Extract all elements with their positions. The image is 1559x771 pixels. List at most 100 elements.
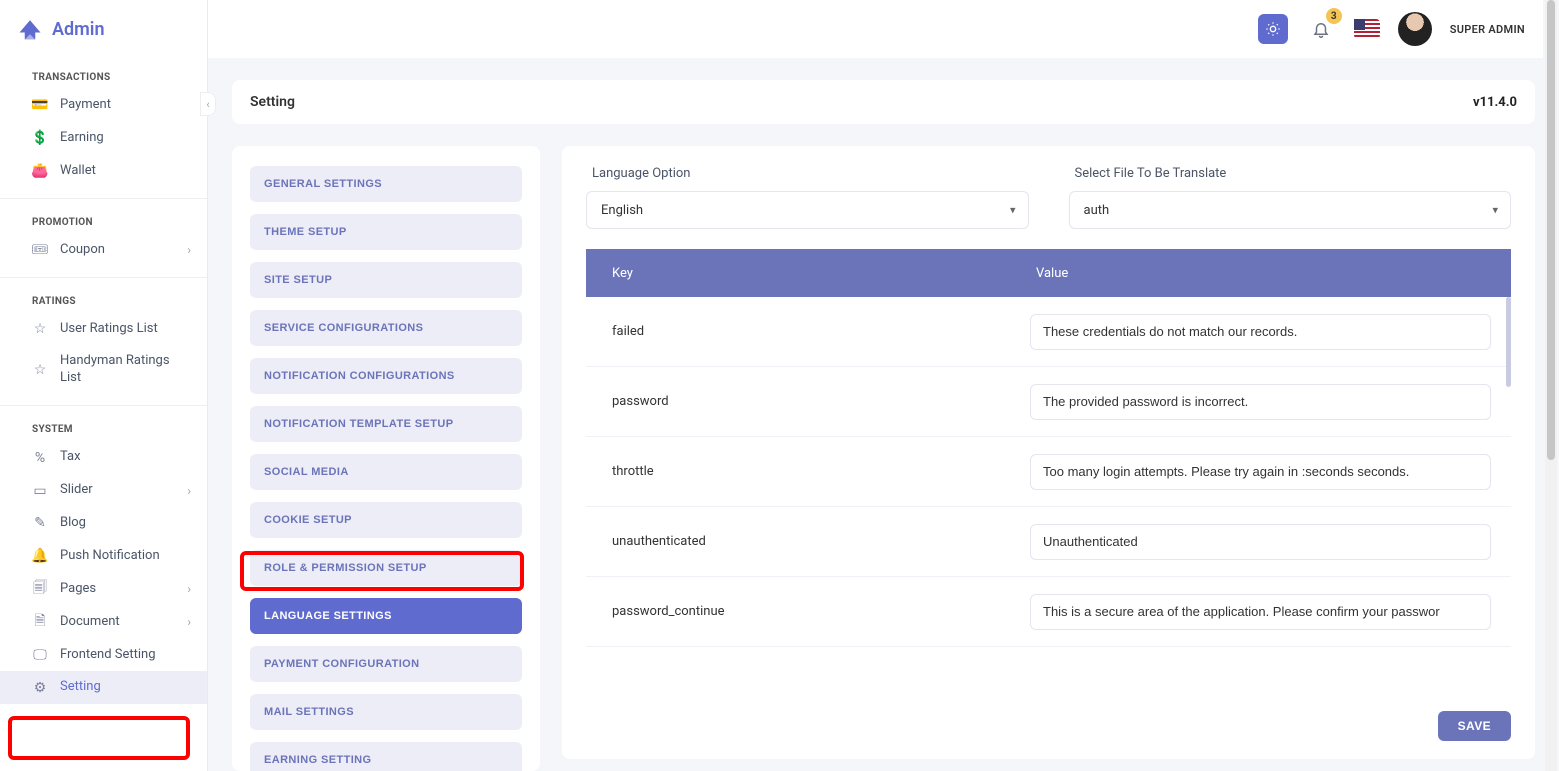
sidebar-item-label: Setting (60, 679, 191, 696)
logo-icon (16, 15, 44, 43)
settings-tab-social-media[interactable]: SOCIAL MEDIA (250, 454, 522, 490)
translate-file-select[interactable]: auth ▾ (1069, 191, 1512, 229)
page-title: Setting (250, 94, 295, 110)
settings-tab-earning-setting[interactable]: EARNING SETTING (250, 742, 522, 771)
sidebar-item-coupon[interactable]: 🎟Coupon› (0, 234, 207, 267)
language-option-value: English (601, 203, 643, 218)
language-flag[interactable] (1354, 19, 1380, 39)
table-scrollbar[interactable] (1506, 297, 1511, 387)
theme-toggle-button[interactable] (1258, 14, 1288, 44)
translation-key: failed (586, 324, 1030, 339)
page-titlebar: Setting v11.4.0 (232, 80, 1535, 124)
user-ratings-icon: ☆ (32, 321, 48, 337)
sidebar-item-payment[interactable]: 💳 Payment (0, 89, 207, 122)
frontend-setting-icon: 🖵 (32, 647, 48, 663)
document-icon: 🗎 (32, 614, 48, 630)
settings-tab-role-permission-setup[interactable]: ROLE & PERMISSION SETUP (250, 550, 522, 586)
sidebar-item-user-ratings[interactable]: ☆ User Ratings List (0, 313, 207, 346)
pages-icon: 🗐 (32, 581, 48, 597)
chevron-down-icon: ▾ (1492, 204, 1498, 217)
version-label: v11.4.0 (1473, 95, 1517, 110)
wallet-icon: 👛 (32, 163, 48, 179)
content-panel: Language Option English ▾ Select File To… (562, 146, 1535, 759)
settings-tab-cookie-setup[interactable]: COOKIE SETUP (250, 502, 522, 538)
notification-badge: 3 (1326, 8, 1342, 24)
page-scrollbar[interactable] (1545, 0, 1557, 771)
sidebar-item-label: Earning (60, 130, 191, 147)
sidebar-heading-transactions: TRANSACTIONS (0, 58, 207, 89)
sun-icon (1265, 21, 1281, 37)
language-option-field: Language Option English ▾ (586, 166, 1029, 229)
save-button[interactable]: SAVE (1438, 711, 1511, 741)
sidebar-item-slider[interactable]: ▭ Slider › (0, 474, 207, 507)
push-notification-icon: 🔔 (32, 548, 48, 564)
chevron-down-icon: ▾ (1010, 204, 1016, 217)
sidebar-item-tax[interactable]: % Tax (0, 441, 207, 474)
table-row: password (586, 367, 1511, 437)
sidebar-item-label: Wallet (60, 163, 191, 180)
translation-value-input[interactable] (1030, 594, 1491, 630)
sidebar-item-push-notification[interactable]: 🔔 Push Notification (0, 540, 207, 573)
sidebar: Admin TRANSACTIONS 💳 Payment 💲 Earning 👛 Walle… (0, 0, 208, 771)
sidebar-item-label: Blog (60, 515, 191, 532)
avatar[interactable] (1398, 12, 1432, 46)
brand[interactable]: Admin (0, 0, 207, 58)
sidebar-item-earning[interactable]: 💲 Earning (0, 122, 207, 155)
sidebar-item-label: Tax (60, 449, 191, 466)
settings-tab-general-settings[interactable]: GENERAL SETTINGS (250, 166, 522, 202)
bell-icon (1312, 20, 1330, 38)
sidebar-item-label: Push Notification (60, 548, 191, 565)
sidebar-item-label: Document (60, 614, 175, 631)
tax-icon: % (32, 450, 48, 466)
sidebar-item-setting[interactable]: ⚙Setting (0, 671, 207, 704)
chevron-right-icon: › (187, 243, 191, 257)
header: 3 SUPER ADMIN (208, 0, 1543, 58)
settings-tab-notification-template-setup[interactable]: NOTIFICATION TEMPLATE SETUP (250, 406, 522, 442)
translation-value-input[interactable] (1030, 524, 1491, 560)
sidebar-item-frontend-setting[interactable]: 🖵Frontend Setting (0, 639, 207, 672)
translation-key: password_continue (586, 604, 1030, 619)
language-option-select[interactable]: English ▾ (586, 191, 1029, 229)
translation-value-input[interactable] (1030, 454, 1491, 490)
translations-table: Key Value failed passwordthrottle unauthen… (586, 249, 1511, 697)
sidebar-item-blog[interactable]: ✎ Blog (0, 507, 207, 540)
brand-text: Admin (52, 19, 105, 40)
payment-icon: 💳 (32, 97, 48, 113)
settings-tab-notification-configurations[interactable]: NOTIFICATION CONFIGURATIONS (250, 358, 522, 394)
slider-icon: ▭ (32, 483, 48, 499)
settings-tab-mail-settings[interactable]: MAIL SETTINGS (250, 694, 522, 730)
settings-tab-payment-configuration[interactable]: PAYMENT CONFIGURATION (250, 646, 522, 682)
sidebar-item-handyman-ratings[interactable]: ☆ Handyman Ratings List (0, 345, 207, 395)
sidebar-collapse-toggle[interactable]: ‹ (200, 92, 216, 116)
language-option-label: Language Option (592, 166, 1029, 181)
sidebar-item-label: Slider (60, 482, 175, 499)
notifications-button[interactable]: 3 (1306, 14, 1336, 44)
translation-key: unauthenticated (586, 534, 1030, 549)
blog-icon: ✎ (32, 515, 48, 531)
chevron-right-icon: › (187, 615, 191, 629)
settings-tab-site-setup[interactable]: SITE SETUP (250, 262, 522, 298)
chevron-right-icon: › (187, 484, 191, 498)
sidebar-item-pages[interactable]: 🗐Pages› (0, 573, 207, 606)
settings-tab-theme-setup[interactable]: THEME SETUP (250, 214, 522, 250)
handyman-ratings-icon: ☆ (32, 362, 48, 378)
sidebar-item-label: Payment (60, 97, 191, 114)
translation-value-input[interactable] (1030, 384, 1491, 420)
sidebar-item-wallet[interactable]: 👛 Wallet (0, 155, 207, 188)
sidebar-item-label: Handyman Ratings List (60, 353, 191, 387)
settings-tab-language-settings[interactable]: LANGUAGE SETTINGS (250, 598, 522, 634)
col-key-header: Key (586, 266, 1030, 281)
sidebar-heading-system: SYSTEM (0, 410, 207, 441)
filters-row: Language Option English ▾ Select File To… (586, 166, 1511, 229)
settings-tab-service-configurations[interactable]: SERVICE CONFIGURATIONS (250, 310, 522, 346)
table-body: failed passwordthrottle unauthenticated pas… (586, 297, 1511, 697)
translation-value-input[interactable] (1030, 314, 1491, 350)
sidebar-item-document[interactable]: 🗎 Document › (0, 606, 207, 639)
table-row: failed (586, 297, 1511, 367)
earning-icon: 💲 (32, 130, 48, 146)
table-row: throttle (586, 437, 1511, 507)
chevron-right-icon: › (187, 582, 191, 596)
sidebar-item-label: User Ratings List (60, 321, 191, 338)
table-header: Key Value (586, 249, 1511, 297)
settings-tabs-panel: GENERAL SETTINGS THEME SETUP SITE SETUP SER… (232, 146, 540, 771)
